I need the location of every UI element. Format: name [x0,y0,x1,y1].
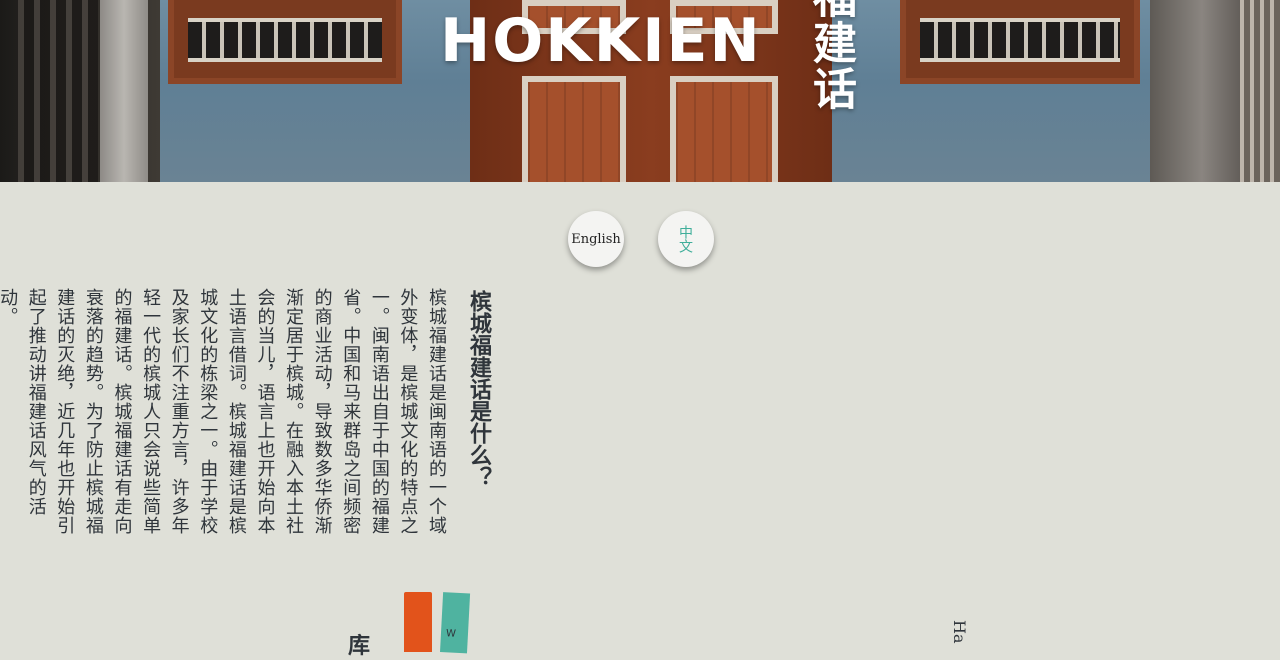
language-english-label: English [571,231,621,247]
hero-banner: HOKKIEN 福建话 [0,0,1280,182]
article-heading: 槟城福建话是什么？ [466,290,491,488]
book-spine-letter: W [445,628,457,640]
language-english-button[interactable]: English [568,211,624,267]
book-teal-icon: W [440,592,471,654]
site-title-chinese: 福建话 [805,0,856,112]
hero-window-right [900,0,1140,84]
site-title: HOKKIEN [440,6,762,76]
section-heading-partial: 库 [348,634,371,659]
english-text-partial: Ha [950,620,969,644]
article-body: 槟城福建话是闽南语的一个域外变体，是槟城文化的特点之一。闽南语出自于中国的福建省… [0,288,447,535]
article-section: 槟城福建话是什么？ 槟城福建话是闽南语的一个域外变体，是槟城文化的特点之一。闽南… [0,288,500,558]
language-chinese-button[interactable]: 中文 [658,211,714,267]
language-chinese-label: 中文 [678,225,694,253]
hero-window-left [168,0,402,84]
hero-pillar [100,0,148,182]
hero-shutter-right [1150,0,1280,182]
book-orange-icon [404,592,432,652]
